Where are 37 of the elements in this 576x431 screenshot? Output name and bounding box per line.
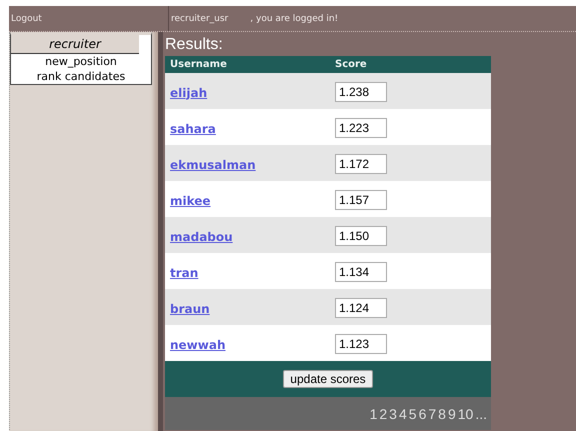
column-header: Username <box>169 59 228 70</box>
username-text: recruiter_usr <box>171 14 228 24</box>
score-field[interactable]: 1.124 <box>335 298 387 318</box>
page-link[interactable]: 4 <box>398 406 407 422</box>
update-scores-button[interactable]: update scores <box>283 370 373 388</box>
username-link[interactable]: madabou <box>170 230 233 244</box>
sidebar-title: recruiter <box>11 35 139 54</box>
username-link[interactable]: tran <box>170 266 198 280</box>
page-link[interactable]: 1 <box>370 406 378 422</box>
score-field[interactable]: 1.123 <box>335 334 387 354</box>
score-field[interactable]: 1.150 <box>335 226 387 246</box>
username-link[interactable]: sahara <box>170 122 216 136</box>
username-link[interactable]: elijah <box>170 86 208 100</box>
score-field[interactable]: 1.134 <box>335 262 387 282</box>
logout-link[interactable]: Logout <box>11 14 42 24</box>
username-link[interactable]: mikee <box>170 194 211 208</box>
username-link[interactable]: newwah <box>170 338 226 352</box>
score-field[interactable]: 1.238 <box>335 82 387 102</box>
page-link[interactable]: 9 <box>448 406 456 422</box>
sidebar-item[interactable]: rank candidates <box>11 69 151 84</box>
column-header: Score <box>335 59 368 70</box>
score-field[interactable]: 1.172 <box>335 154 387 174</box>
sidebar-item[interactable]: new_position <box>11 54 151 69</box>
page-link[interactable]: 2 <box>379 406 388 422</box>
score-field[interactable]: 1.157 <box>335 190 387 210</box>
login-message: , you are logged in! <box>250 14 338 24</box>
page-link[interactable]: 8 <box>438 406 446 422</box>
page-link[interactable]: 7 <box>428 406 436 422</box>
page-link[interactable]: ... <box>475 406 487 422</box>
page-link[interactable]: 3 <box>389 406 397 422</box>
username-link[interactable]: ekmusalman <box>170 158 256 172</box>
page-link[interactable]: 6 <box>418 406 426 422</box>
results-title: Results: <box>165 36 224 55</box>
username-link[interactable]: braun <box>170 302 210 316</box>
score-field[interactable]: 1.223 <box>335 118 387 138</box>
page-link[interactable]: 5 <box>408 406 417 422</box>
page-link[interactable]: 10 <box>458 406 474 422</box>
